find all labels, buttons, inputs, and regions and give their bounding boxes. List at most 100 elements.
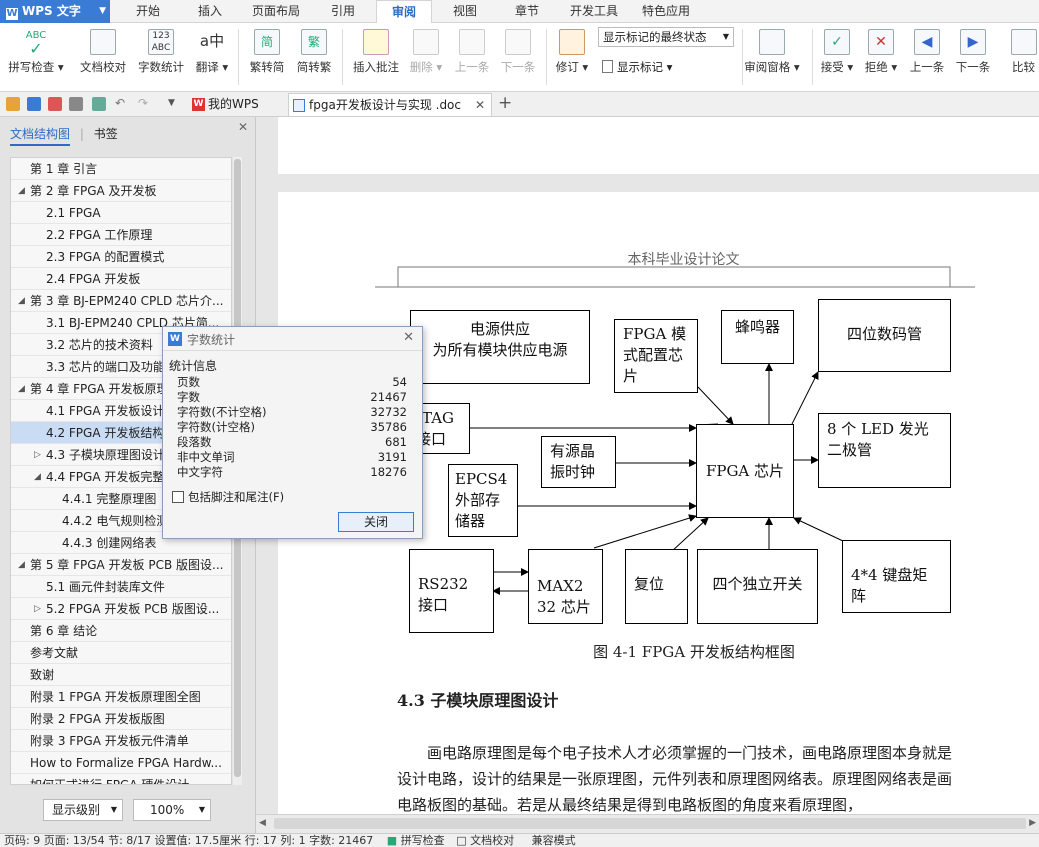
translate-button[interactable]: a中 翻译 ▾ [190,23,234,92]
save-icon[interactable] [27,97,41,111]
close-icon[interactable]: ✕ [403,330,414,345]
prev-change-icon: ◀ [914,29,940,55]
collapse-triangle-icon[interactable]: ◢ [18,554,25,575]
expand-triangle-icon[interactable]: ▷ [34,444,41,465]
zoom-select[interactable]: 100% ▼ [133,799,211,821]
switches-block: 四个独立开关 [697,549,818,624]
insert-comment-button[interactable]: 插入批注 [346,23,406,92]
open-folder-icon[interactable] [6,97,20,111]
stat-value: 21467 [370,390,407,404]
translate-label: 翻译 [195,60,219,74]
scrollbar-thumb[interactable] [274,818,1026,829]
outline-item[interactable]: 2.4 FPGA 开发板 [11,268,231,290]
to-traditional-button[interactable]: 繁 简转繁 [291,23,337,92]
show-markup-icon [602,60,613,73]
dialog-section-label: 统计信息 [169,359,218,373]
include-footnotes-checkbox[interactable]: 包括脚注和尾注(F) [172,489,284,505]
collapse-triangle-icon[interactable]: ◢ [34,466,41,487]
outline-item[interactable]: 第 6 章 结论 [11,620,231,642]
outline-item[interactable]: 附录 3 FPGA 开发板元件清单 [11,730,231,752]
close-button[interactable]: 关闭 [338,512,414,532]
collapse-triangle-icon[interactable]: ◢ [18,378,25,399]
menu-layout[interactable]: 页面布局 [246,0,306,23]
outline-item[interactable]: 5.1 画元件封装库文件 [11,576,231,598]
next-comment-button[interactable]: 下一条 [496,23,540,92]
delete-comment-button[interactable]: 删除 ▾ [406,23,446,92]
accept-button[interactable]: ✓ 接受 ▾ [816,23,858,92]
markup-mode-select[interactable]: 显示标记的最终状态 ▼ [598,27,734,47]
stat-chars-with-space: 字符数(计空格) 35786 [177,420,407,435]
outline-item[interactable]: 2.1 FPGA [11,202,231,224]
to-simplified-button[interactable]: 简 繁转简 [243,23,291,92]
menu-chapter[interactable]: 章节 [506,0,548,23]
review-pane-button[interactable]: 审阅窗格 ▾ [740,23,804,92]
spell-check-status[interactable]: ■ 拼写检查 [387,834,445,847]
outline-level-value: 显示级别 [52,803,101,817]
menu-review[interactable]: 审阅 [376,0,432,24]
tab-bookmarks[interactable]: 书签 [94,127,118,141]
led-block: 8 个 LED 发光二极管 [818,413,951,488]
outline-item[interactable]: How to Formalize FPGA Hardw... [11,752,231,774]
outline-item[interactable]: 附录 1 FPGA 开发板原理图全图 [11,686,231,708]
checkbox-box[interactable] [172,491,184,503]
scroll-right-icon[interactable]: ▶ [1029,818,1036,828]
outline-item[interactable]: 致谢 [11,664,231,686]
divider [812,29,813,85]
prev-comment-button[interactable]: 上一条 [450,23,494,92]
print-icon[interactable] [69,97,83,111]
tab-my-wps-label: 我的WPS [208,97,259,111]
reset-block: 复位 [625,549,688,624]
outline-item[interactable]: 第 1 章 引言 [11,158,231,180]
undo-icon[interactable]: ↶ [115,96,125,110]
app-menu-button[interactable]: W WPS 文字 ▼ [0,0,110,23]
menu-features[interactable]: 特色应用 [636,0,696,23]
next-change-button[interactable]: ▶ 下一条 [950,23,996,92]
outline-item[interactable]: ◢ 第 2 章 FPGA 及开发板 [11,180,231,202]
show-markup-button[interactable]: 显示标记 ▾ [602,59,672,75]
doc-proof-button[interactable]: 文档校对 [73,23,133,92]
doc-proof-icon [90,29,116,55]
tab-document[interactable]: fpga开发板设计与实现 .doc ✕ [288,93,492,116]
outline-item[interactable]: 2.2 FPGA 工作原理 [11,224,231,246]
outline-item[interactable]: 2.3 FPGA 的配置模式 [11,246,231,268]
compare-button[interactable]: 比较 [1008,23,1039,92]
outline-item[interactable]: 附录 2 FPGA 开发板版图 [11,708,231,730]
prev-change-button[interactable]: ◀ 上一条 [904,23,950,92]
outline-item[interactable]: ▷ 5.2 FPGA 开发板 PCB 版图设... [11,598,231,620]
menu-references[interactable]: 引用 [322,0,364,23]
close-tab-icon[interactable]: ✕ [475,94,485,116]
outline-item[interactable]: ◢ 第 3 章 BJ-EPM240 CPLD 芯片介... [11,290,231,312]
keypad-block: 4*4 键盘矩阵 [842,540,951,613]
outline-item[interactable]: 参考文献 [11,642,231,664]
collapse-triangle-icon[interactable]: ◢ [18,290,25,311]
stat-label: 页数 [177,375,200,389]
print-preview-icon[interactable] [92,97,106,111]
zoom-value: 100% [150,803,185,817]
spell-check-button[interactable]: ABC ✓ 拼写检查 ▾ [4,23,68,92]
outline-item[interactable]: 如何正式进行 FPGA 硬件设计 [11,774,231,784]
outline-item-label: 4.4 FPGA 开发板完整 [46,470,165,484]
menu-insert[interactable]: 插入 [189,0,231,23]
menu-home[interactable]: 开始 [127,0,169,23]
outline-level-select[interactable]: 显示级别 ▼ [43,799,123,821]
new-tab-icon[interactable]: + [498,93,512,113]
tab-my-wps[interactable]: W 我的WPS [188,93,284,116]
redo-icon[interactable]: ↷ [138,96,148,110]
export-pdf-icon[interactable] [48,97,62,111]
menu-devtools[interactable]: 开发工具 [564,0,624,23]
horizontal-scrollbar[interactable]: ◀ ▶ [256,814,1039,833]
dialog-titlebar[interactable]: W 字数统计 ✕ [163,327,422,351]
collapse-triangle-icon[interactable]: ◢ [18,180,25,201]
word-count-button[interactable]: 123 ABC 字数统计 [133,23,189,92]
outline-item-label: 第 2 章 FPGA 及开发板 [30,184,157,198]
proof-status[interactable]: □ 文档校对 [456,834,514,847]
track-changes-button[interactable]: 修订 ▾ [552,23,592,92]
expand-triangle-icon[interactable]: ▷ [34,598,41,619]
scroll-left-icon[interactable]: ◀ [259,818,266,828]
menu-view[interactable]: 视图 [444,0,486,23]
outline-item[interactable]: ◢ 第 5 章 FPGA 开发板 PCB 版图设... [11,554,231,576]
tab-document-outline[interactable]: 文档结构图 [10,127,71,146]
reject-button[interactable]: ✕ 拒绝 ▾ [860,23,902,92]
customize-toolbar-icon[interactable]: ▼ [168,98,175,108]
close-pane-icon[interactable]: ✕ [238,120,248,134]
